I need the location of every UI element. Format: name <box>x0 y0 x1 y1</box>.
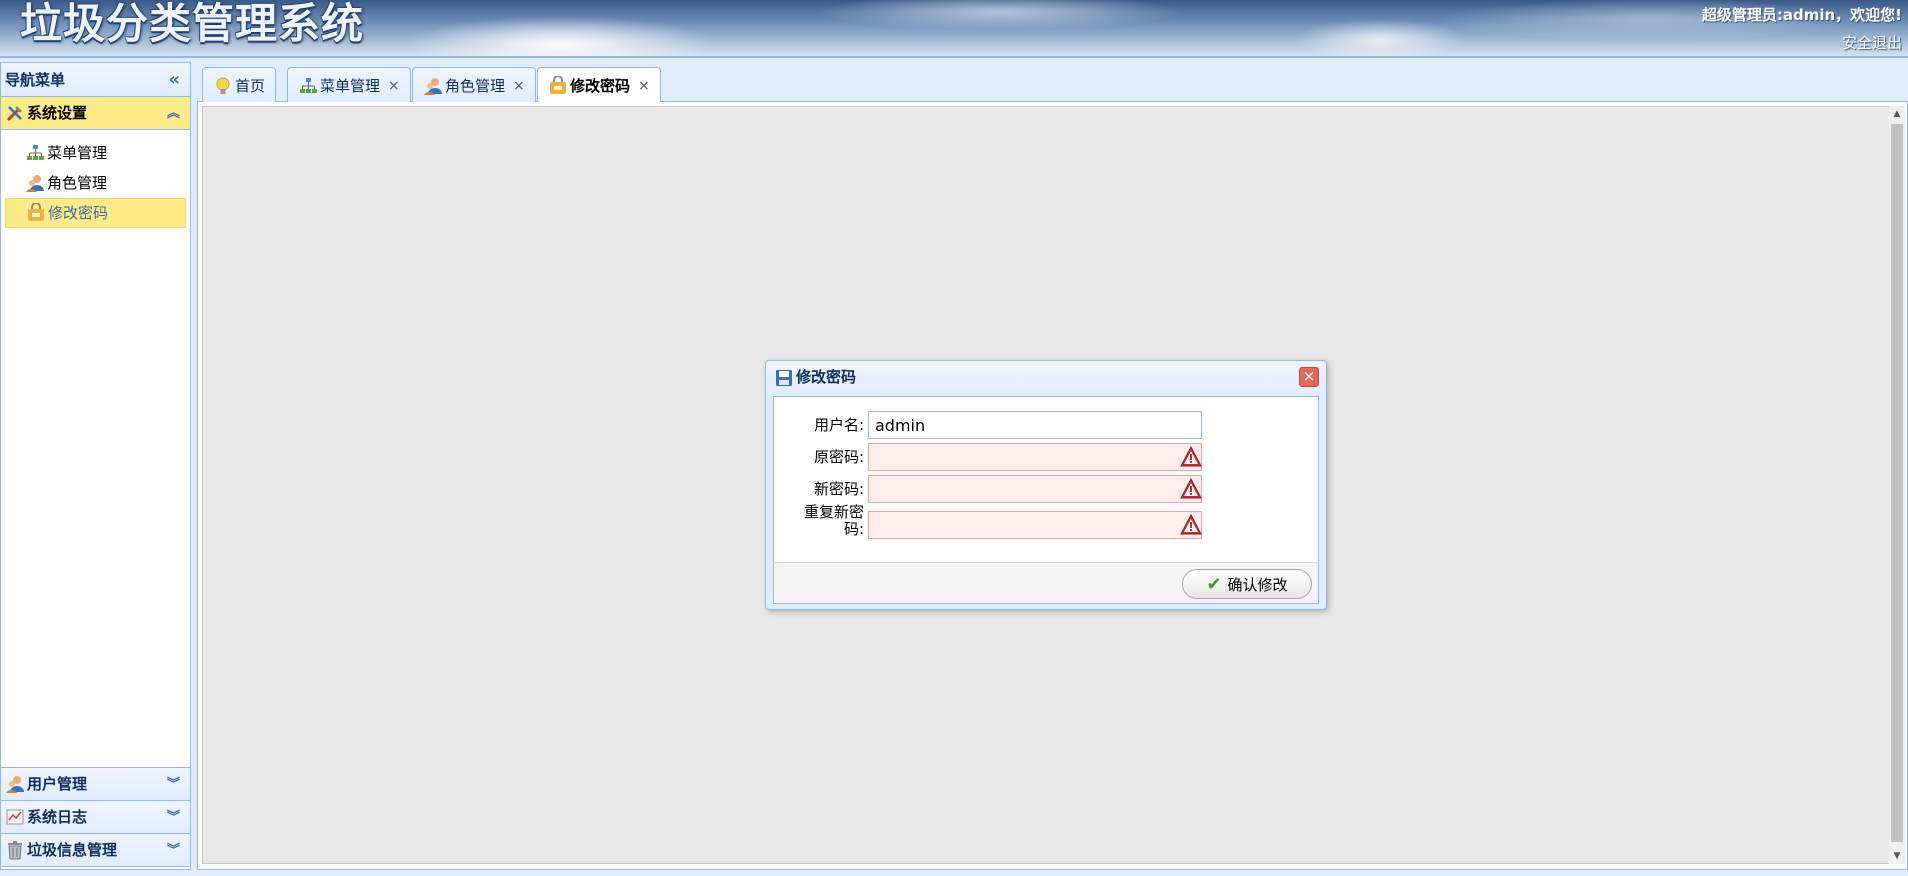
scroll-up-icon[interactable]: ▲ <box>1889 106 1905 122</box>
dialog-footer: ✔ 确认修改 <box>773 562 1319 604</box>
nav-item-change-password[interactable]: 修改密码 <box>5 198 186 228</box>
password-icon <box>26 203 46 223</box>
bulb-icon <box>213 76 233 96</box>
nav-item-label: 菜单管理 <box>47 144 108 162</box>
logout-link[interactable]: 安全退出 <box>1842 32 1902 53</box>
dialog-title: 修改密码 <box>796 368 857 386</box>
tab-change-password[interactable]: 修改密码 × <box>537 67 661 104</box>
scroll-down-icon[interactable]: ▼ <box>1889 848 1905 864</box>
sitemap-icon <box>298 76 318 96</box>
save-icon <box>774 368 794 388</box>
app-title: 垃圾分类管理系统 <box>20 0 365 48</box>
old-password-input[interactable] <box>868 443 1202 471</box>
chevron-up-icon: ︽ <box>166 106 180 121</box>
form-row-new-password: 新密码: <box>774 475 1320 505</box>
repeat-password-input[interactable] <box>868 511 1202 539</box>
trash-icon <box>5 840 25 860</box>
sitemap-icon <box>25 143 45 163</box>
chevron-down-icon: ︾ <box>166 777 180 792</box>
nav-item-label: 修改密码 <box>48 204 109 222</box>
log-icon <box>5 807 25 827</box>
password-icon <box>548 76 568 96</box>
users-icon <box>5 774 25 794</box>
dialog-close-icon[interactable]: × <box>1299 367 1319 387</box>
nav-title: 导航菜单 <box>5 71 66 89</box>
chevron-down-icon: ︾ <box>166 843 180 858</box>
nav-section-body: 菜单管理 角色管理 修改密码 <box>1 130 190 768</box>
new-password-input[interactable] <box>868 475 1202 503</box>
dialog-title-bar: 修改密码 <box>766 361 1326 394</box>
nav-section-label: 用户管理 <box>27 774 88 793</box>
header-banner: 垃圾分类管理系统 超级管理员:admin，欢迎您! 安全退出 <box>0 0 1908 58</box>
tab-close-icon[interactable]: × <box>513 69 525 103</box>
form-row-username: 用户名: <box>774 411 1320 441</box>
change-password-dialog: 修改密码 × 用户名: 原密码: 新密码: 重复新密码: <box>765 360 1327 610</box>
tab-bar: 首页 菜单管理 × 角色管理 × 修改密码 × <box>197 62 1908 104</box>
tab-close-icon[interactable]: × <box>638 69 650 103</box>
new-password-label: 新密码: <box>813 480 864 498</box>
nav-item-label: 角色管理 <box>47 174 108 192</box>
username-input[interactable] <box>868 411 1202 439</box>
role-icon <box>423 76 443 96</box>
username-label: 用户名: <box>813 416 864 434</box>
chevron-down-icon: ︾ <box>166 810 180 825</box>
bottom-strip <box>0 870 1908 876</box>
collapse-icon[interactable]: « <box>168 63 180 97</box>
nav-section-system-settings[interactable]: 系统设置 ︽ <box>1 97 190 130</box>
welcome-text: 超级管理员:admin，欢迎您! <box>1701 6 1902 24</box>
tab-label: 修改密码 <box>570 77 631 95</box>
nav-section-user-management[interactable]: 用户管理 ︾ <box>1 768 190 801</box>
nav-section-garbage-info[interactable]: 垃圾信息管理 ︾ <box>1 834 190 867</box>
confirm-change-button[interactable]: ✔ 确认修改 <box>1182 569 1312 599</box>
dialog-form: 用户名: 原密码: 新密码: 重复新密码: <box>773 396 1319 562</box>
tab-label: 菜单管理 <box>320 76 381 95</box>
confirm-button-label: 确认修改 <box>1227 575 1288 594</box>
warning-icon <box>1180 513 1202 536</box>
nav-panel: 导航菜单 « 系统设置 ︽ 菜单管理 角色管理 修改密码 用户管理 ︾ 系统日志… <box>0 62 191 870</box>
old-password-label: 原密码: <box>813 448 864 466</box>
form-row-repeat-password: 重复新密码: <box>774 504 1320 541</box>
nav-section-system-log[interactable]: 系统日志 ︾ <box>1 801 190 834</box>
tab-close-icon[interactable]: × <box>388 69 400 103</box>
nav-section-label: 系统设置 <box>27 103 88 122</box>
nav-item-menu-management[interactable]: 菜单管理 <box>5 138 186 168</box>
scroll-thumb[interactable] <box>1891 124 1903 842</box>
nav-header: 导航菜单 « <box>1 63 190 97</box>
tab-role-management[interactable]: 角色管理 × <box>412 67 536 103</box>
check-icon: ✔ <box>1206 573 1222 595</box>
warning-icon <box>1180 445 1202 468</box>
nav-item-role-management[interactable]: 角色管理 <box>5 168 186 198</box>
repeat-password-label: 重复新密码: <box>803 503 864 538</box>
warning-icon <box>1180 477 1202 500</box>
role-icon <box>25 173 45 193</box>
nav-section-label: 系统日志 <box>27 807 88 826</box>
tab-menu-management[interactable]: 菜单管理 × <box>287 67 411 103</box>
vertical-scrollbar[interactable]: ▲ ▼ <box>1889 106 1905 864</box>
tools-icon <box>5 103 25 123</box>
nav-section-label: 垃圾信息管理 <box>27 840 118 859</box>
tab-label: 角色管理 <box>445 76 506 95</box>
form-row-old-password: 原密码: <box>774 443 1320 473</box>
tab-label: 首页 <box>235 76 266 95</box>
tab-home[interactable]: 首页 <box>202 67 277 103</box>
